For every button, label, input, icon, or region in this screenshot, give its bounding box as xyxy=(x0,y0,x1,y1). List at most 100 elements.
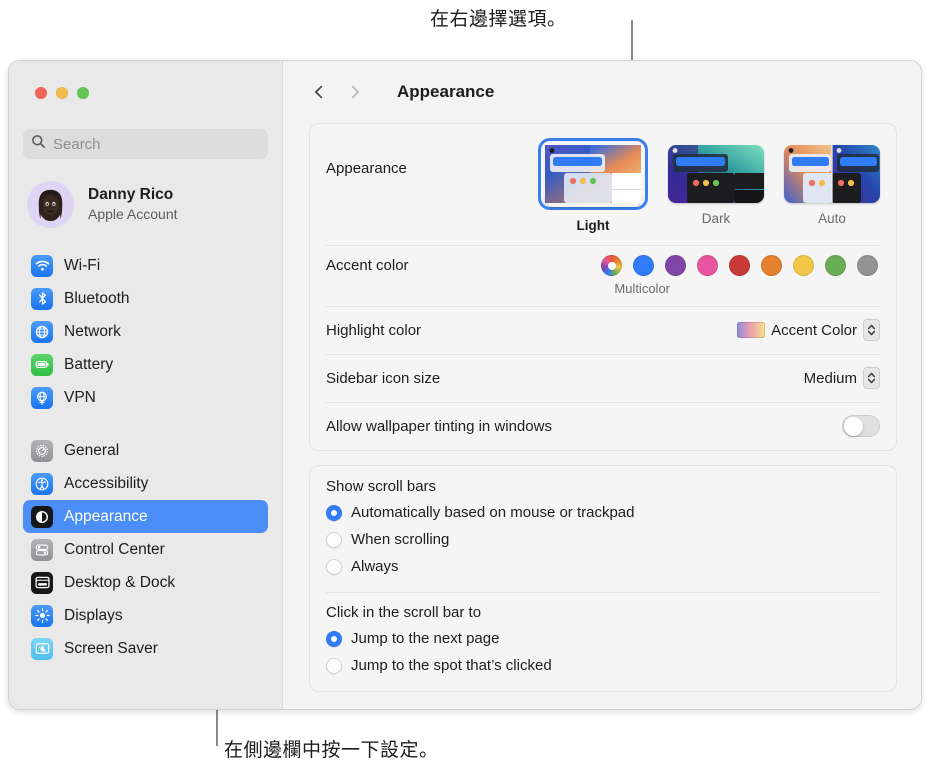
radio-button[interactable] xyxy=(326,531,342,548)
radio-option-next-page[interactable]: Jump to the next page xyxy=(326,625,880,652)
sidebar: Danny Rico Apple Account Wi-Fi xyxy=(9,61,283,709)
avatar xyxy=(27,181,74,228)
screen-saver-icon xyxy=(31,637,53,660)
sidebar-item-desktop-dock[interactable]: Desktop & Dock xyxy=(23,566,268,599)
wallpaper-tinting-toggle[interactable] xyxy=(842,415,880,437)
traffic-lights xyxy=(35,87,89,99)
sidebar-item-battery[interactable]: Battery xyxy=(23,348,268,381)
screenshot-root: 在右邊擇選項。 在側邊欄中按一下設定。 Search Danny Rico Ap… xyxy=(0,0,931,771)
sidebar-item-appearance[interactable]: Appearance xyxy=(23,500,268,533)
search-field[interactable] xyxy=(23,129,268,159)
radio-option-when-scrolling[interactable]: When scrolling xyxy=(326,526,880,553)
accent-swatch-orange[interactable] xyxy=(761,255,782,276)
radio-button[interactable] xyxy=(326,504,342,521)
highlight-color-swatch xyxy=(737,322,766,338)
toggle-knob xyxy=(843,416,863,436)
close-button[interactable] xyxy=(35,87,47,99)
appearance-option-label: Light xyxy=(576,218,610,233)
account-subtitle: Apple Account xyxy=(88,206,178,223)
sidebar-item-label: Accessibility xyxy=(64,474,149,492)
click-scroll-bar-group: Click in the scroll bar to Jump to the n… xyxy=(326,592,880,691)
sidebar-item-label: Displays xyxy=(64,606,123,624)
sidebar-icon-size-value: Medium xyxy=(803,369,857,387)
accent-swatch-red[interactable] xyxy=(729,255,750,276)
account-name: Danny Rico xyxy=(88,185,174,203)
radio-option-auto[interactable]: Automatically based on mouse or trackpad xyxy=(326,499,880,526)
battery-icon xyxy=(31,353,53,376)
appearance-option-label: Dark xyxy=(701,211,731,226)
accent-swatch-multicolor[interactable] xyxy=(601,255,622,276)
sidebar-item-label: Screen Saver xyxy=(64,639,158,657)
accent-color-row: Accent color Multicolor xyxy=(326,245,880,306)
radio-option-spot-clicked[interactable]: Jump to the spot that’s clicked xyxy=(326,652,880,679)
highlight-color-label: Highlight color xyxy=(326,321,422,339)
wallpaper-tinting-row: Allow wallpaper tinting in windows xyxy=(326,402,880,450)
radio-button[interactable] xyxy=(326,630,342,647)
radio-button[interactable] xyxy=(326,657,342,674)
page-title: Appearance xyxy=(397,82,495,101)
bluetooth-icon xyxy=(31,287,53,310)
sidebar-item-label: Control Center xyxy=(64,540,165,558)
apple-account-row[interactable]: Danny Rico Apple Account xyxy=(23,178,268,231)
sidebar-icon-size-popup[interactable]: Medium xyxy=(804,367,880,389)
appearance-option-auto[interactable]: Auto xyxy=(784,138,880,233)
sidebar-icon-size-label: Sidebar icon size xyxy=(326,369,441,387)
sidebar-item-network[interactable]: Network xyxy=(23,315,268,348)
wallpaper-tinting-label: Allow wallpaper tinting in windows xyxy=(326,417,552,435)
appearance-option-dark[interactable]: Dark xyxy=(668,138,764,233)
chevron-updown-icon[interactable] xyxy=(863,319,880,341)
accent-color-caption: Multicolor xyxy=(614,281,670,296)
annotation-bottom-text: 在側邊欄中按一下設定。 xyxy=(224,740,439,761)
search-input[interactable] xyxy=(53,135,260,153)
sidebar-icon-size-row: Sidebar icon size Medium xyxy=(326,354,880,402)
sidebar-item-wifi[interactable]: Wi-Fi xyxy=(23,249,268,282)
radio-label: Automatically based on mouse or trackpad xyxy=(351,504,635,521)
minimize-button[interactable] xyxy=(56,87,68,99)
main-pane: Appearance Appearance Light Dark Auto Ac… xyxy=(283,61,921,709)
radio-option-always[interactable]: Always xyxy=(326,553,880,580)
accent-swatch-graphite[interactable] xyxy=(857,255,878,276)
accent-swatch-yellow[interactable] xyxy=(793,255,814,276)
highlight-color-popup[interactable]: Accent Color xyxy=(737,319,880,341)
wifi-icon xyxy=(31,254,53,277)
appearance-option-light[interactable]: Light xyxy=(538,138,648,233)
sidebar-item-displays[interactable]: Displays xyxy=(23,599,268,632)
accent-swatch-purple[interactable] xyxy=(665,255,686,276)
search-icon xyxy=(31,134,46,154)
appearance-settings-card: Appearance Light Dark Auto Accent color … xyxy=(309,123,897,451)
accent-swatch-green[interactable] xyxy=(825,255,846,276)
sidebar-item-accessibility[interactable]: Accessibility xyxy=(23,467,268,500)
toolbar: Appearance xyxy=(283,61,921,123)
radio-label: When scrolling xyxy=(351,531,450,548)
control-center-icon xyxy=(31,538,53,561)
sidebar-item-label: Network xyxy=(64,322,121,340)
radio-label: Jump to the next page xyxy=(351,630,500,647)
accent-swatch-pink[interactable] xyxy=(697,255,718,276)
sidebar-group-connectivity: Wi-Fi Bluetooth Network Battery VPN xyxy=(23,249,268,414)
general-gear-icon xyxy=(31,439,53,462)
zoom-button[interactable] xyxy=(77,87,89,99)
accessibility-icon xyxy=(31,472,53,495)
annotation-top-text: 在右邊擇選項。 xyxy=(430,9,567,30)
light-theme-thumbnail xyxy=(545,145,641,207)
radio-label: Jump to the spot that’s clicked xyxy=(351,657,552,674)
accent-color-swatches xyxy=(601,255,880,276)
sidebar-item-bluetooth[interactable]: Bluetooth xyxy=(23,282,268,315)
chevron-updown-icon[interactable] xyxy=(863,367,880,389)
accent-swatch-blue[interactable] xyxy=(633,255,654,276)
sidebar-item-general[interactable]: General xyxy=(23,434,268,467)
auto-theme-thumbnail xyxy=(784,145,880,203)
sidebar-item-screen-saver[interactable]: Screen Saver xyxy=(23,632,268,665)
accent-color-label: Accent color xyxy=(326,257,409,274)
selection-ring xyxy=(538,138,648,210)
sidebar-item-vpn[interactable]: VPN xyxy=(23,381,268,414)
sidebar-group-system: General Accessibility Appearance Control… xyxy=(23,434,268,665)
chevron-left-icon[interactable] xyxy=(311,84,327,100)
vpn-icon xyxy=(31,386,53,409)
radio-button[interactable] xyxy=(326,558,342,575)
chevron-right-icon[interactable] xyxy=(347,84,363,100)
appearance-icon xyxy=(31,505,53,528)
highlight-color-row: Highlight color Accent Color xyxy=(326,306,880,354)
sidebar-item-control-center[interactable]: Control Center xyxy=(23,533,268,566)
appearance-options: Light Dark Auto xyxy=(538,138,880,233)
